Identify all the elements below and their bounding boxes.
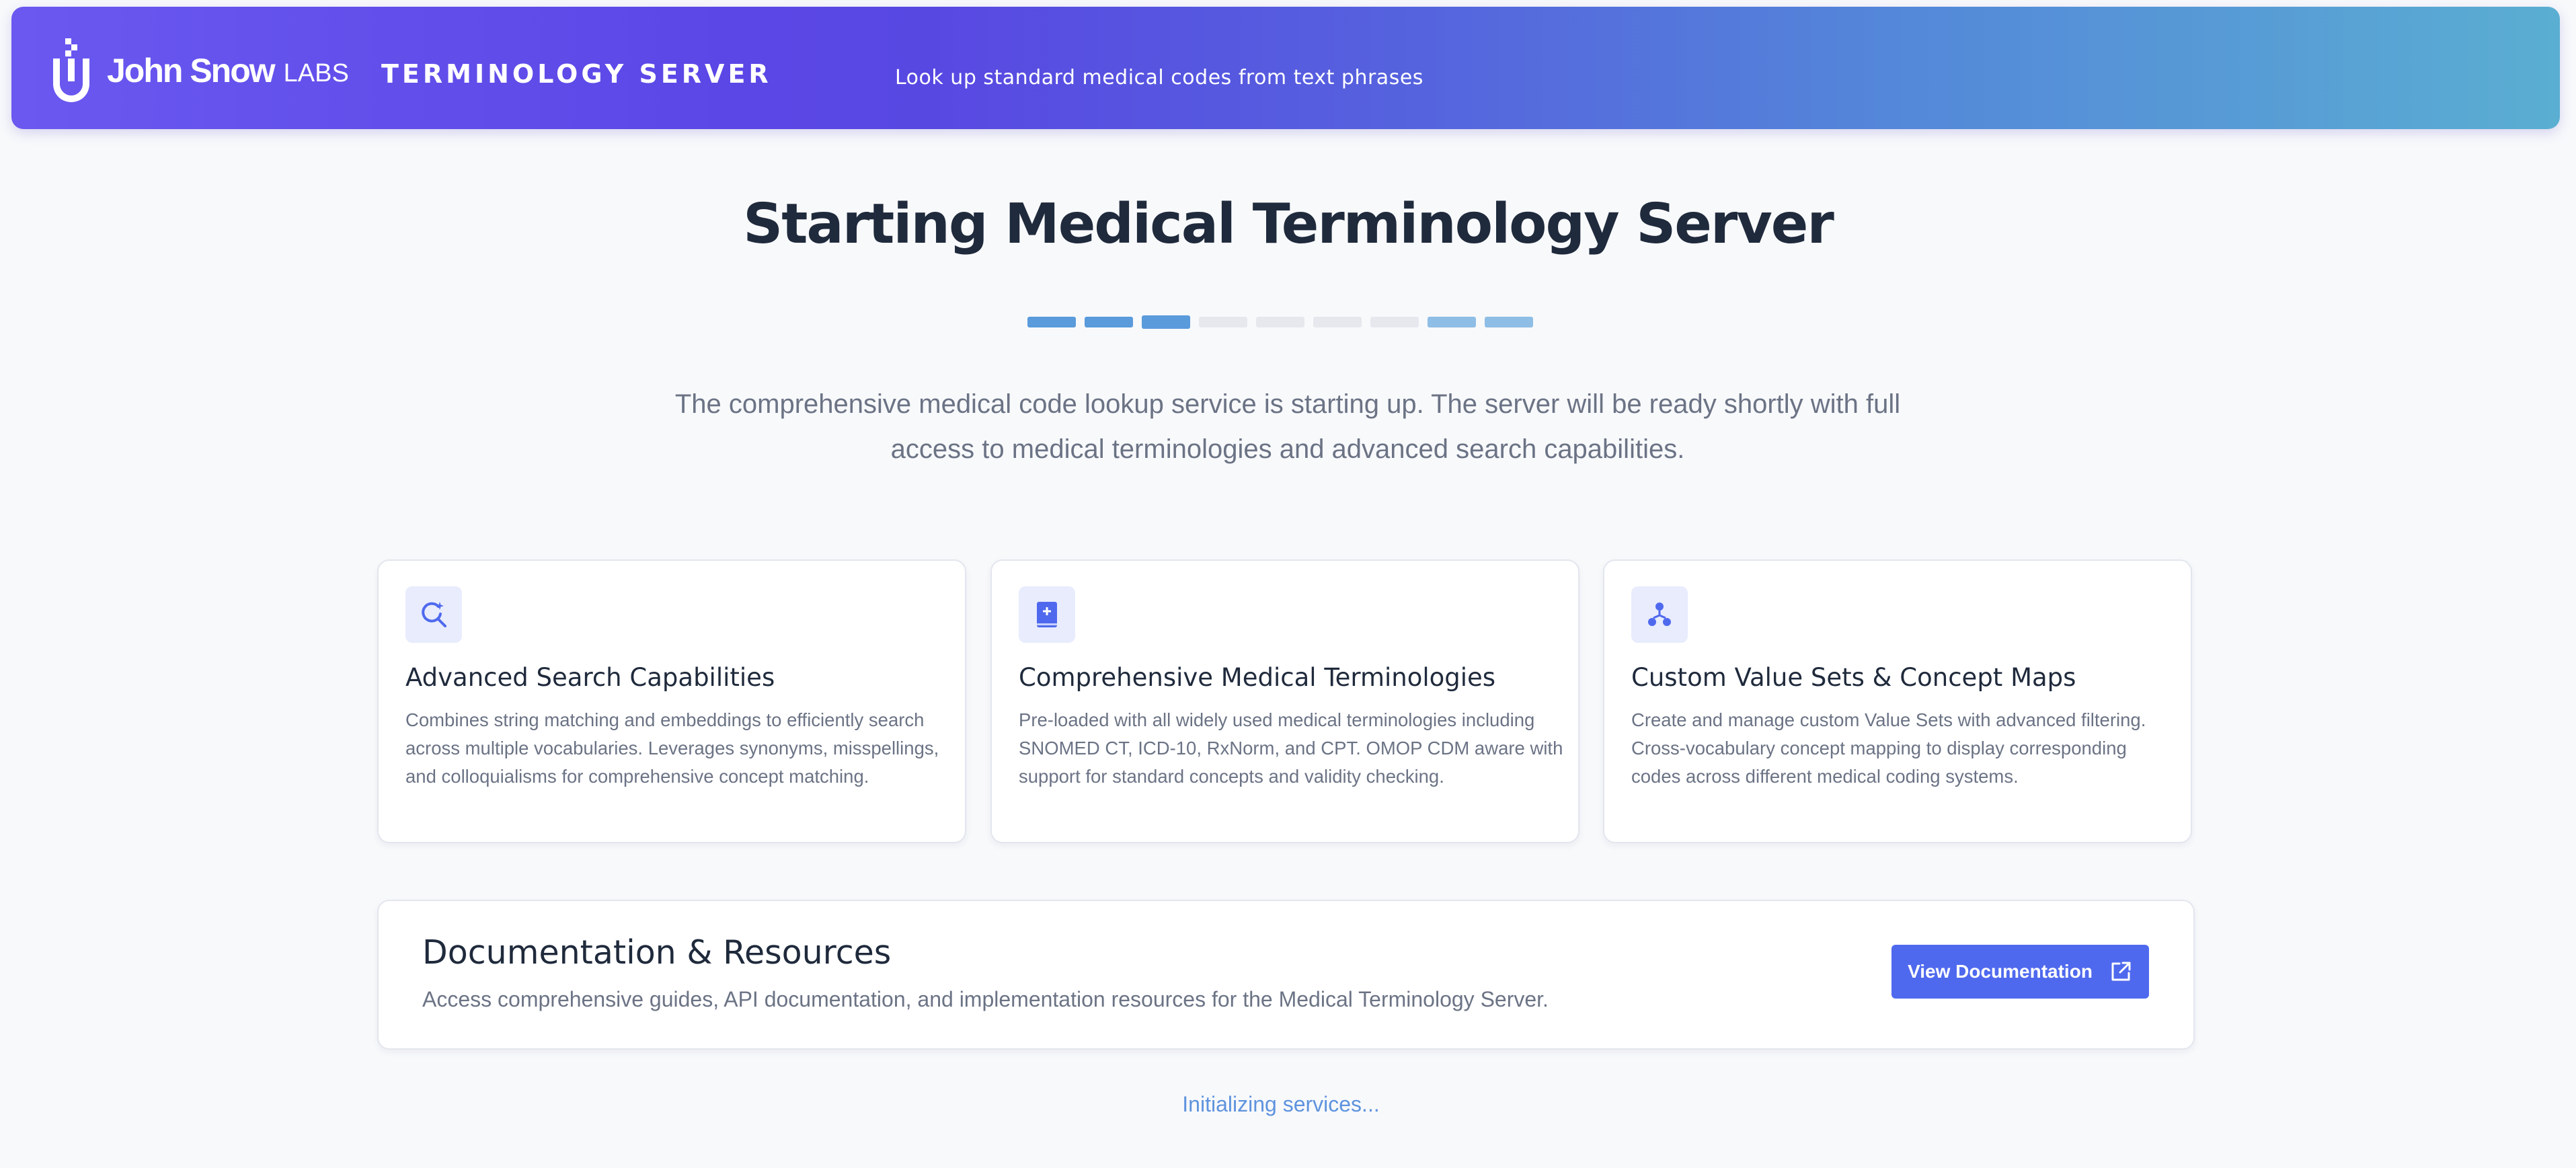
progress-segment-1 <box>1027 317 1076 327</box>
feature-icon-container <box>405 586 462 643</box>
view-documentation-label: View Documentation <box>1908 961 2093 982</box>
app-header: John Snow LABS TERMINOLOGY SERVER Look u… <box>11 7 2560 129</box>
brand-labs: LABS <box>283 59 349 87</box>
view-documentation-button[interactable]: View Documentation <box>1891 945 2149 999</box>
progress-segment-3 <box>1142 315 1190 329</box>
external-link-icon <box>2111 962 2131 981</box>
search-sparkle-icon <box>422 602 446 627</box>
app-tagline: Look up standard medical codes from text… <box>895 66 1423 89</box>
progress-segment-9 <box>1485 317 1533 327</box>
feature-card-advanced-search: Advanced Search Capabilities Combines st… <box>377 559 966 843</box>
documentation-description: Access comprehensive guides, API documen… <box>422 987 1549 1011</box>
medical-book-icon <box>1037 602 1057 627</box>
status-text: Initializing services... <box>1182 1092 1380 1116</box>
feature-description: Create and manage custom Value Sets with… <box>1631 709 2146 787</box>
page-title: Starting Medical Terminology Server <box>743 192 1834 256</box>
feature-title: Comprehensive Medical Terminologies <box>1019 663 1496 692</box>
progress-segment-7 <box>1370 317 1419 327</box>
feature-description: Combines string matching and embeddings … <box>405 709 939 787</box>
feature-icon-container <box>1019 586 1075 643</box>
progress-segment-2 <box>1085 317 1133 327</box>
feature-icon-container <box>1631 586 1688 643</box>
documentation-title: Documentation & Resources <box>422 933 892 972</box>
startup-progress-indicator <box>1027 315 1533 329</box>
brand-name: John Snow <box>107 52 276 89</box>
app-title: TERMINOLOGY SERVER <box>381 59 772 89</box>
progress-segment-5 <box>1256 317 1304 327</box>
feature-card-value-sets: Custom Value Sets & Concept Maps Create … <box>1603 559 2192 843</box>
hierarchy-icon <box>1648 602 1671 626</box>
progress-segment-4 <box>1199 317 1247 327</box>
page-subtitle: The comprehensive medical code lookup se… <box>674 389 1901 464</box>
feature-card-terminologies: Comprehensive Medical Terminologies Pre-… <box>990 559 1579 843</box>
brand-logo[interactable]: John Snow LABS <box>50 38 349 104</box>
feature-description: Pre-loaded with all widely used medical … <box>1019 709 1563 787</box>
feature-title: Custom Value Sets & Concept Maps <box>1631 663 2076 692</box>
documentation-panel: Documentation & Resources Access compreh… <box>377 900 2195 1050</box>
progress-segment-6 <box>1313 317 1362 327</box>
john-snow-labs-logo-icon <box>53 38 89 102</box>
progress-segment-8 <box>1428 317 1476 327</box>
feature-title: Advanced Search Capabilities <box>405 663 775 692</box>
